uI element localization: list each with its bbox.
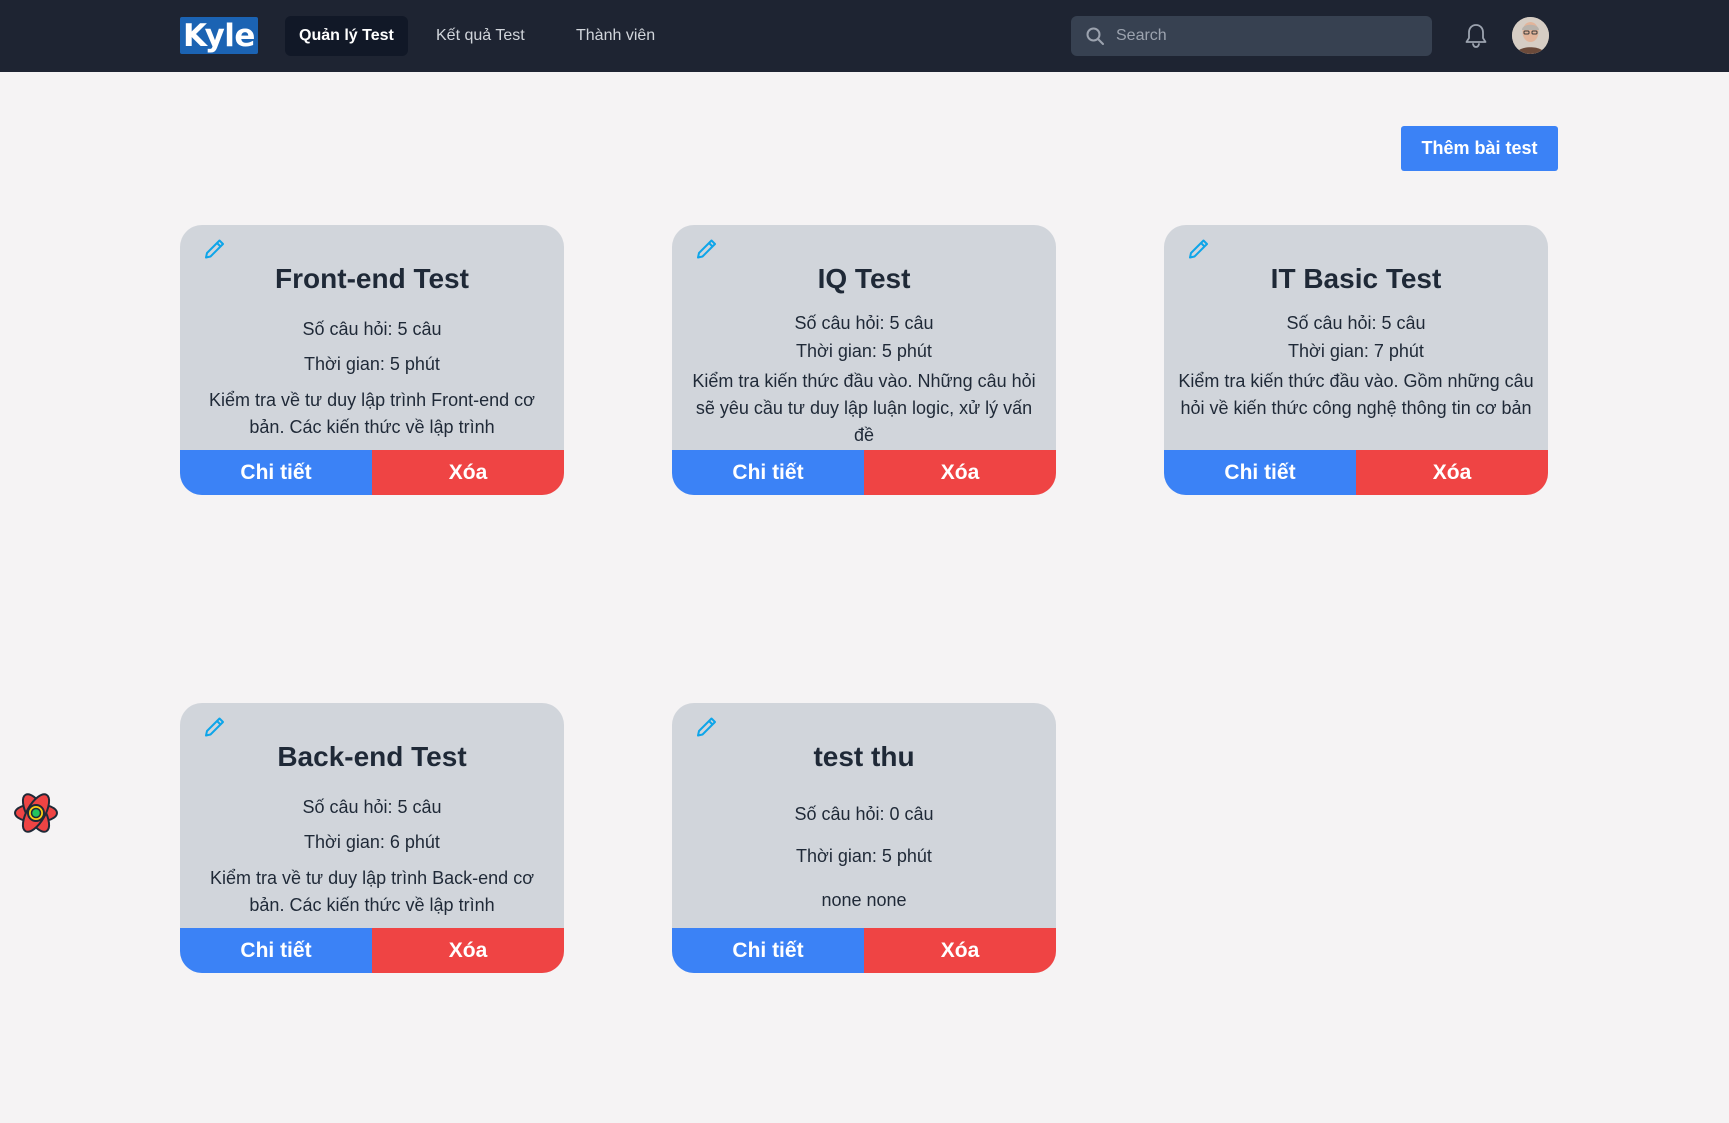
- avatar-icon: [1512, 17, 1549, 54]
- test-card: Front-end Test Số câu hỏi: 5 câu Thời gi…: [180, 225, 564, 495]
- card-duration: Thời gian: 5 phút: [304, 354, 440, 374]
- delete-button[interactable]: Xóa: [864, 450, 1056, 495]
- pencil-icon[interactable]: [200, 233, 230, 263]
- detail-button[interactable]: Chi tiết: [180, 928, 372, 973]
- card-title: test thu: [813, 741, 915, 772]
- card-question-count: Số câu hỏi: 0 câu: [794, 804, 934, 824]
- detail-button[interactable]: Chi tiết: [1164, 450, 1356, 495]
- card-description: Kiểm tra về tư duy lập trình Front-end c…: [209, 390, 535, 437]
- card-duration: Thời gian: 5 phút: [796, 846, 932, 866]
- bell-icon[interactable]: [1463, 22, 1489, 50]
- card-actions: Chi tiết Xóa: [672, 450, 1056, 495]
- pencil-icon[interactable]: [692, 233, 722, 263]
- card-actions: Chi tiết Xóa: [180, 928, 564, 973]
- detail-button[interactable]: Chi tiết: [180, 450, 372, 495]
- delete-button[interactable]: Xóa: [372, 450, 564, 495]
- card-question-count: Số câu hỏi: 5 câu: [1286, 313, 1426, 333]
- card-actions: Chi tiết Xóa: [672, 928, 1056, 973]
- test-card: Back-end Test Số câu hỏi: 5 câu Thời gia…: [180, 703, 564, 973]
- card-title: IT Basic Test: [1270, 263, 1442, 294]
- card-description: none none: [821, 890, 907, 910]
- detail-button[interactable]: Chi tiết: [672, 450, 864, 495]
- test-card: IT Basic Test Số câu hỏi: 5 câu Thời gia…: [1164, 225, 1548, 495]
- card-title: Front-end Test: [275, 263, 469, 294]
- react-devtools-icon[interactable]: [12, 790, 60, 836]
- search-icon: [1086, 27, 1104, 45]
- add-test-button[interactable]: Thêm bài test: [1401, 126, 1558, 171]
- delete-button[interactable]: Xóa: [864, 928, 1056, 973]
- user-avatar[interactable]: [1512, 17, 1549, 54]
- nav-item-thanh-vien[interactable]: Thành viên: [562, 16, 669, 56]
- card-question-count: Số câu hỏi: 5 câu: [302, 319, 442, 339]
- pencil-icon[interactable]: [200, 711, 230, 741]
- card-actions: Chi tiết Xóa: [180, 450, 564, 495]
- card-description: Kiểm tra kiến thức đầu vào. Gồm những câ…: [1178, 371, 1534, 418]
- card-duration: Thời gian: 7 phút: [1288, 341, 1424, 361]
- card-duration: Thời gian: 6 phút: [304, 832, 440, 852]
- card-actions: Chi tiết Xóa: [1164, 450, 1548, 495]
- nav-item-ket-qua-test[interactable]: Kết quả Test: [422, 16, 539, 56]
- card-description: Kiểm tra kiến thức đầu vào. Những câu hỏ…: [692, 371, 1036, 445]
- nav-item-quan-ly-test[interactable]: Quản lý Test: [285, 16, 408, 56]
- delete-button[interactable]: Xóa: [372, 928, 564, 973]
- card-question-count: Số câu hỏi: 5 câu: [302, 797, 442, 817]
- brand-logo[interactable]: Kyle: [180, 17, 258, 54]
- test-card: test thu Số câu hỏi: 0 câu Thời gian: 5 …: [672, 703, 1056, 973]
- card-title: IQ Test: [817, 263, 911, 294]
- card-description: Kiểm tra về tư duy lập trình Back-end cơ…: [210, 868, 534, 915]
- card-question-count: Số câu hỏi: 5 câu: [794, 313, 934, 333]
- test-card: IQ Test Số câu hỏi: 5 câu Thời gian: 5 p…: [672, 225, 1056, 495]
- card-duration: Thời gian: 5 phút: [796, 341, 932, 361]
- delete-button[interactable]: Xóa: [1356, 450, 1548, 495]
- pencil-icon[interactable]: [692, 711, 722, 741]
- top-navbar: Kyle Quản lý Test Kết quả Test Thành viê…: [0, 0, 1729, 72]
- search-box: [1071, 16, 1432, 56]
- pencil-icon[interactable]: [1184, 233, 1214, 263]
- card-title: Back-end Test: [277, 741, 467, 772]
- search-input[interactable]: [1116, 16, 1416, 56]
- detail-button[interactable]: Chi tiết: [672, 928, 864, 973]
